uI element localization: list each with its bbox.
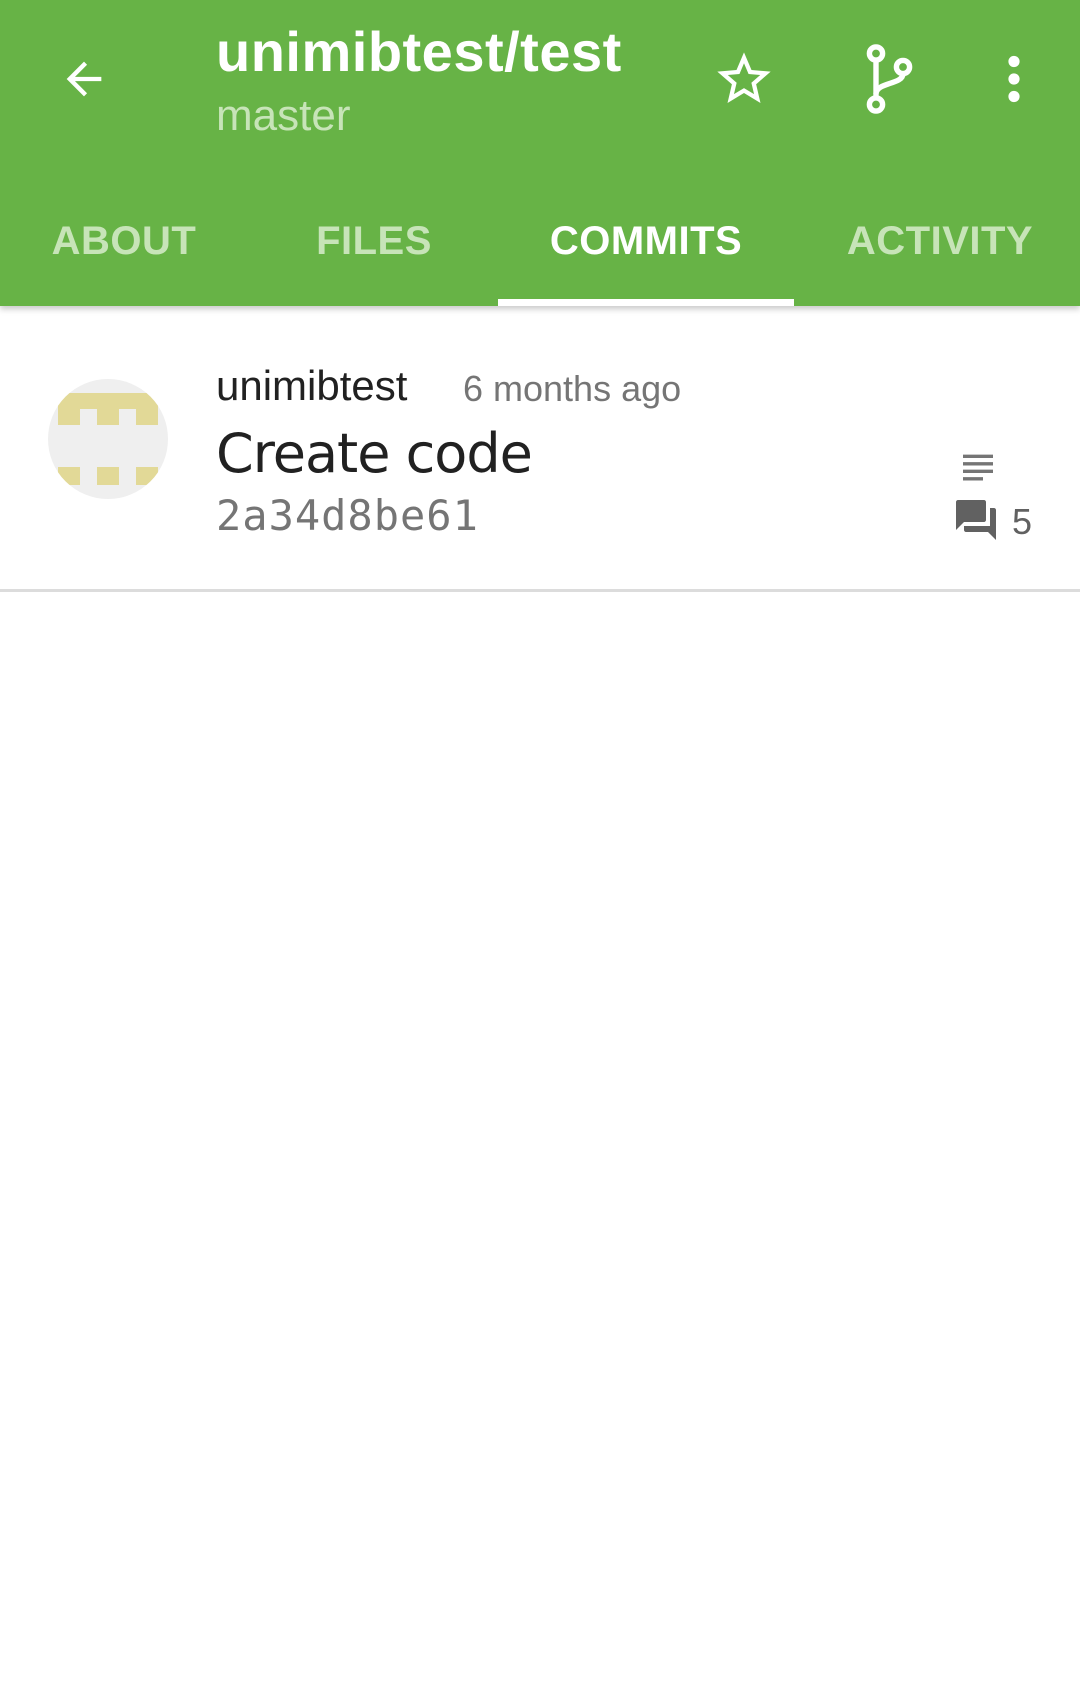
comments-icon [956, 500, 996, 540]
list-divider [0, 589, 1080, 592]
commit-time: 6 months ago [463, 368, 682, 409]
branch-icon [866, 44, 913, 114]
star-button[interactable] [696, 31, 792, 127]
back-button[interactable] [36, 31, 132, 127]
identicon-avatar [58, 393, 158, 485]
tab-activity[interactable]: ACTIVITY [820, 176, 1060, 306]
commit-message: Create code [216, 422, 533, 485]
commit-list-item[interactable]: unimibtest 6 months ago Create code 2a34… [0, 306, 1080, 591]
arrow-back-icon [66, 61, 102, 97]
more-options-button[interactable] [966, 31, 1062, 127]
avatar[interactable] [48, 379, 168, 499]
commit-author: unimibtest [216, 362, 408, 409]
tab-bar: ABOUT FILES COMMITS ACTIVITY [0, 176, 1080, 306]
description-icon [963, 454, 993, 481]
branch-subtitle: master [216, 91, 351, 140]
toolbar-titles: unimibtest/test master [216, 16, 686, 144]
star-outline-icon [717, 52, 771, 103]
app-bar: unimibtest/test master ABOUT FILES COMMI… [0, 0, 1080, 306]
tab-files[interactable]: FILES [264, 176, 484, 306]
more-vert-icon [1008, 55, 1020, 103]
repo-title: unimibtest/test [216, 20, 622, 83]
toolbar: unimibtest/test master [0, 0, 1080, 176]
tab-commits[interactable]: COMMITS [498, 176, 794, 306]
commit-sha: 2a34d8be61 [216, 491, 479, 540]
tab-about[interactable]: ABOUT [14, 176, 234, 306]
branch-button[interactable] [840, 31, 936, 127]
comment-count: 5 [1012, 501, 1033, 542]
tab-indicator [498, 299, 794, 306]
